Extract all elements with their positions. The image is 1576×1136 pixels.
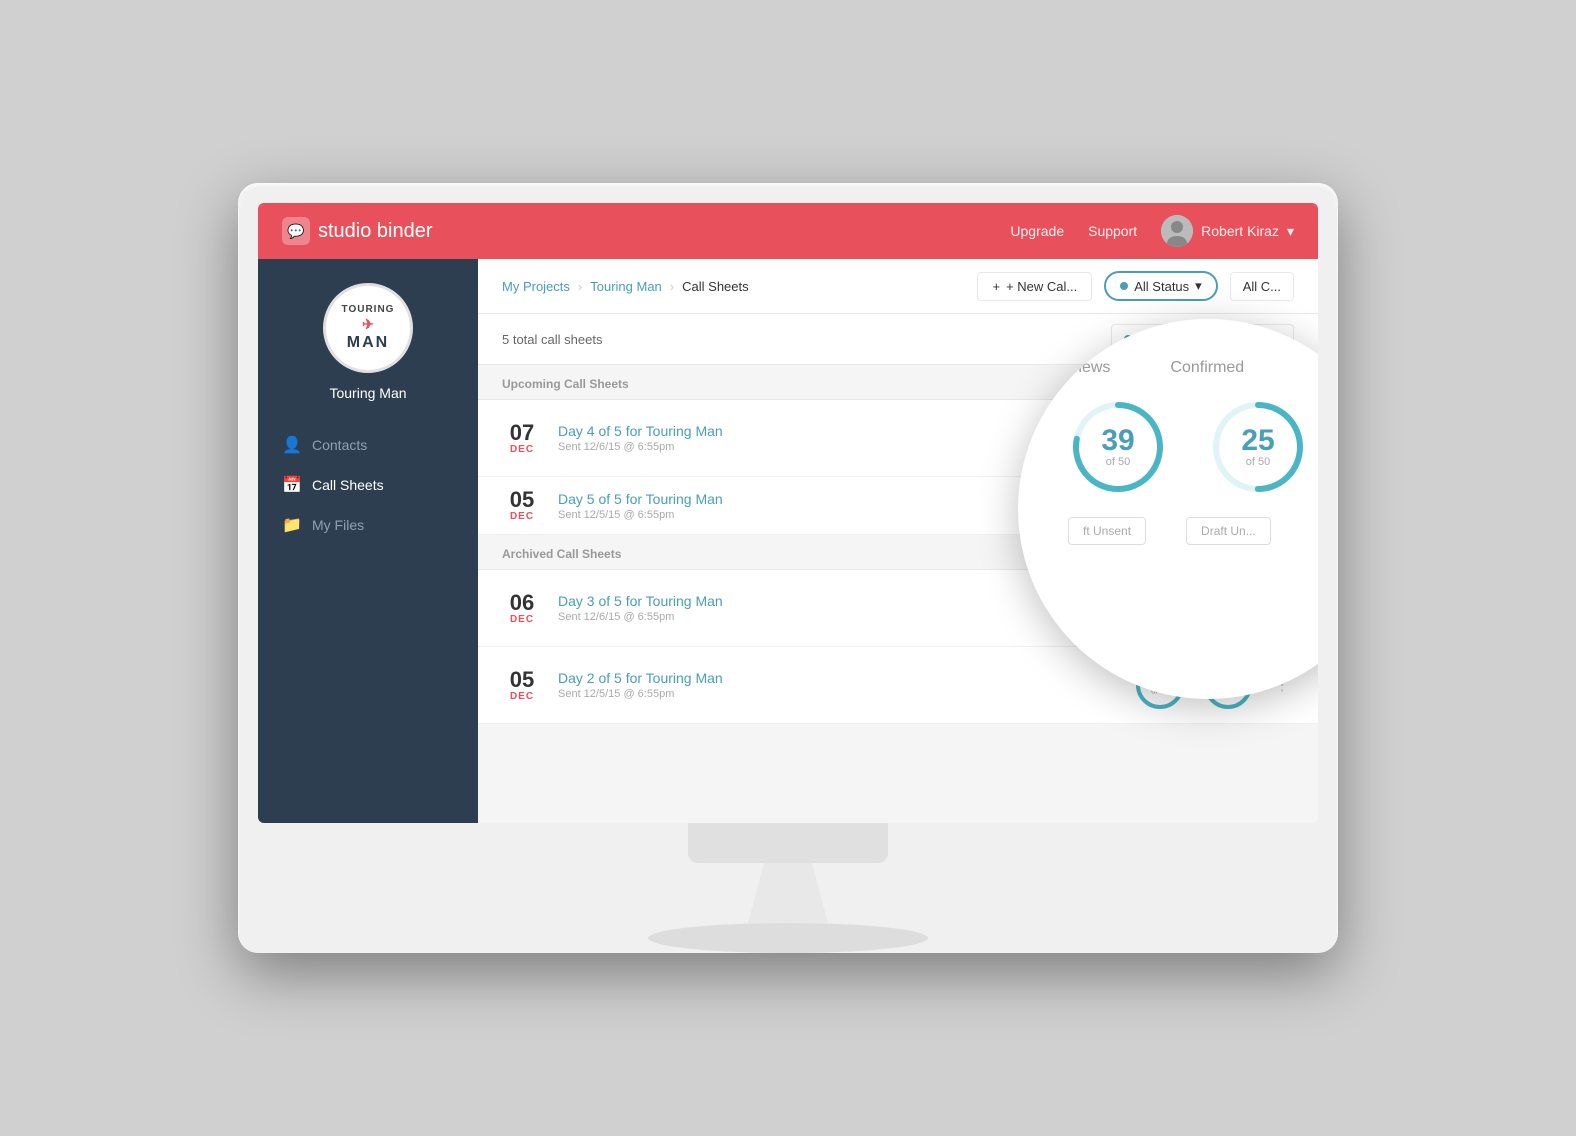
date-day: 05: [502, 669, 542, 691]
zoom-views-circle: 39 of 50: [1068, 397, 1168, 497]
sidebar-item-call-sheets-label: Call Sheets: [312, 477, 384, 493]
date-month: DEC: [502, 444, 542, 455]
breadcrumb: My Projects › Touring Man › Call Sheets: [502, 279, 749, 294]
sheet-meta: Sent 12/5/15 @ 6:55pm: [558, 688, 1118, 700]
avatar: [1161, 215, 1193, 247]
content-area: My Projects › Touring Man › Call Sheets …: [478, 259, 1318, 823]
sheet-title[interactable]: Day 5 of 5 for Touring Man: [558, 491, 1055, 507]
user-name: Robert Kiraz: [1201, 223, 1279, 239]
logo-plane: ✈: [362, 316, 374, 333]
date-day: 07: [502, 422, 542, 444]
sidebar-item-my-files[interactable]: 📁 My Files: [258, 505, 478, 545]
call-sheets-icon: 📅: [282, 475, 302, 495]
sheet-info: Day 5 of 5 for Touring Man Sent 12/5/15 …: [558, 491, 1055, 521]
zoom-confirmed-label: Confirmed: [1170, 359, 1244, 377]
chevron-icon: ▾: [1195, 278, 1202, 294]
date-day: 06: [502, 592, 542, 614]
breadcrumb-actions: + + New Cal... All Status ▾ All C...: [977, 271, 1294, 301]
logo: 💬 studio binder: [282, 217, 433, 245]
date-box: 07 DEC: [502, 422, 542, 455]
status-dot: [1120, 282, 1128, 290]
project-logo: TOURING ✈ MAN: [323, 283, 413, 373]
sidebar-item-contacts-label: Contacts: [312, 437, 367, 453]
logo-icon: 💬: [282, 217, 310, 245]
breadcrumb-current: Call Sheets: [682, 279, 748, 294]
zoom-confirmed-circle: 25 of 50: [1208, 397, 1308, 497]
zoom-circles: 39 of 50: [1068, 397, 1308, 497]
date-month: DEC: [502, 614, 542, 625]
sheet-meta: Sent 12/5/15 @ 6:55pm: [558, 509, 1055, 521]
breadcrumb-my-projects[interactable]: My Projects: [502, 279, 570, 294]
zoom-header: Views Confirmed: [1068, 359, 1318, 377]
date-day: 05: [502, 489, 542, 511]
sidebar-item-call-sheets[interactable]: 📅 Call Sheets: [258, 465, 478, 505]
breadcrumb-bar: My Projects › Touring Man › Call Sheets …: [478, 259, 1318, 314]
logo-line2: MAN: [347, 333, 389, 352]
date-box: 05 DEC: [502, 489, 542, 522]
upgrade-link[interactable]: Upgrade: [1010, 223, 1064, 239]
sheet-info: Day 2 of 5 for Touring Man Sent 12/5/15 …: [558, 670, 1118, 700]
files-icon: 📁: [282, 515, 302, 535]
date-box: 06 DEC: [502, 592, 542, 625]
sheet-title[interactable]: Day 2 of 5 for Touring Man: [558, 670, 1118, 686]
logo-line1: TOURING: [342, 304, 395, 316]
breadcrumb-sep1: ›: [578, 279, 582, 294]
total-count: 5 total call sheets: [502, 332, 602, 347]
sheet-info: Day 3 of 5 for Touring Man Sent 12/6/15 …: [558, 593, 1118, 623]
new-call-sheet-button[interactable]: + + New Cal...: [977, 272, 1092, 301]
sheet-title[interactable]: Day 3 of 5 for Touring Man: [558, 593, 1118, 609]
sidebar-nav: 👤 Contacts 📅 Call Sheets 📁 My Files: [258, 425, 478, 545]
breadcrumb-project[interactable]: Touring Man: [590, 279, 662, 294]
support-link[interactable]: Support: [1088, 223, 1137, 239]
sidebar-item-my-files-label: My Files: [312, 517, 364, 533]
all-status-filter-active[interactable]: All Status ▾: [1104, 271, 1217, 301]
breadcrumb-sep2: ›: [670, 279, 674, 294]
project-name: Touring Man: [329, 385, 406, 401]
header-nav: Upgrade Support Robert Kiraz: [1010, 215, 1294, 247]
app-header: 💬 studio binder Upgrade Support: [258, 203, 1318, 259]
sidebar-item-contacts[interactable]: 👤 Contacts: [258, 425, 478, 465]
main-content: TOURING ✈ MAN Touring Man 👤 Contacts 📅: [258, 259, 1318, 823]
user-menu[interactable]: Robert Kiraz ▾: [1161, 215, 1294, 247]
sheet-meta: Sent 12/6/15 @ 6:55pm: [558, 611, 1118, 623]
chevron-down-icon: ▾: [1287, 223, 1294, 240]
zoom-draft-badge-1: ft Unsent: [1068, 517, 1146, 545]
zoom-draft-badge-2: Draft Un...: [1186, 517, 1271, 545]
date-month: DEC: [502, 691, 542, 702]
all-filter-dropdown[interactable]: All C...: [1230, 272, 1294, 301]
date-month: DEC: [502, 511, 542, 522]
zoom-draft-row: ft Unsent Draft Un...: [1068, 517, 1318, 545]
contacts-icon: 👤: [282, 435, 302, 455]
plus-icon: +: [992, 279, 1000, 294]
date-box: 05 DEC: [502, 669, 542, 702]
logo-text: studio binder: [318, 220, 433, 243]
sidebar: TOURING ✈ MAN Touring Man 👤 Contacts 📅: [258, 259, 478, 823]
